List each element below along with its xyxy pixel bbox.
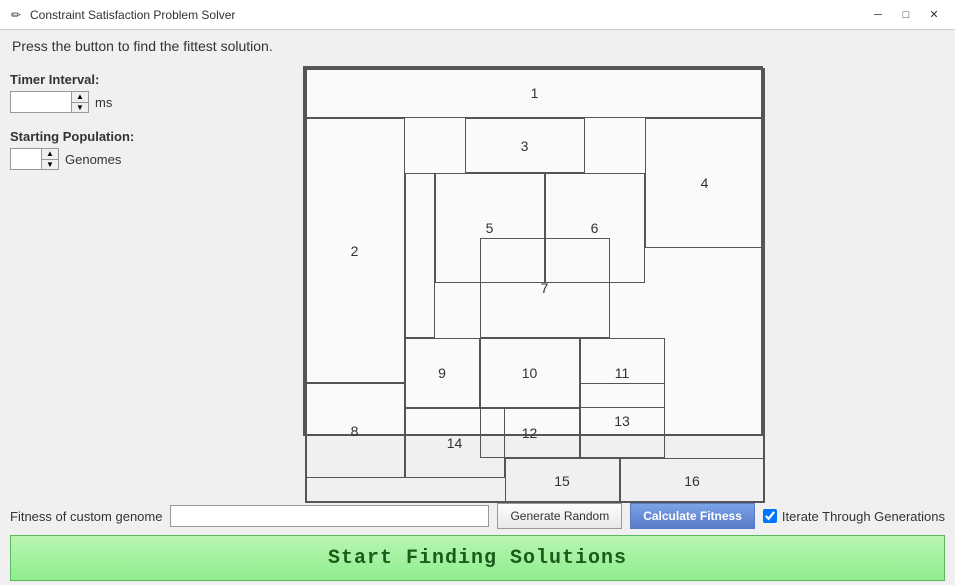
timer-input[interactable]: 500 [11,92,71,112]
population-down-btn[interactable]: ▼ [42,159,58,169]
population-spinner[interactable]: 50 ▲ ▼ [10,148,59,170]
main-content: Press the button to find the fittest sol… [0,30,955,585]
population-group: Starting Population: 50 ▲ ▼ Genomes [10,129,240,170]
puzzle-cell-14: 14 [405,408,505,478]
window-controls: ─ □ ✕ [865,5,947,25]
calculate-fitness-button[interactable]: Calculate Fitness [630,503,755,529]
population-row: 50 ▲ ▼ Genomes [10,148,240,170]
fitness-row: Fitness of custom genome Generate Random… [10,503,945,529]
timer-spinner-btns: ▲ ▼ [71,92,88,112]
timer-row: 500 ▲ ▼ ms [10,91,240,113]
status-text: Press the button to find the fittest sol… [12,38,273,54]
population-unit: Genomes [65,152,121,167]
bottom-bar: Fitness of custom genome Generate Random… [0,497,955,585]
puzzle-cell-13: 13 [580,383,665,458]
puzzle-cell-10: 10 [480,338,580,408]
puzzle-container: 12345678910111213141516 [303,66,763,436]
puzzle-area: 12345678910111213141516 [240,62,825,497]
puzzle-cell-3: 3 [465,118,585,173]
minimize-button[interactable]: ─ [865,5,891,25]
body-area: Timer Interval: 500 ▲ ▼ ms Starting Popu… [0,62,955,497]
app-icon: ✏ [8,7,24,23]
timer-spinner[interactable]: 500 ▲ ▼ [10,91,89,113]
iterate-checkbox[interactable] [763,509,777,523]
puzzle-cell-2: 2 [305,118,405,383]
puzzle-cell-16: 16 [620,458,765,503]
puzzle-cell-8: 8 [305,383,405,478]
puzzle-cell-15: 15 [505,458,620,503]
maximize-button[interactable]: □ [893,5,919,25]
puzzle-cell-9: 9 [405,338,480,408]
population-input[interactable]: 50 [11,149,41,169]
title-bar: ✏ Constraint Satisfaction Problem Solver… [0,0,955,30]
timer-unit: ms [95,95,112,110]
timer-down-btn[interactable]: ▼ [72,102,88,112]
status-bar: Press the button to find the fittest sol… [0,30,955,62]
right-spacer [825,62,945,497]
population-spinner-btns: ▲ ▼ [41,149,58,169]
puzzle-cell-7: 7 [480,238,610,338]
close-button[interactable]: ✕ [921,5,947,25]
timer-label: Timer Interval: [10,72,240,87]
puzzle-cell-1: 1 [305,68,765,118]
iterate-label: Iterate Through Generations [782,509,945,524]
timer-group: Timer Interval: 500 ▲ ▼ ms [10,72,240,113]
iterate-checkbox-wrap[interactable]: Iterate Through Generations [763,509,945,524]
puzzle-cell-4: 4 [645,118,765,248]
puzzle-cell- [405,173,435,338]
population-label: Starting Population: [10,129,240,144]
fitness-label: Fitness of custom genome [10,509,162,524]
timer-up-btn[interactable]: ▲ [72,92,88,102]
title-text: Constraint Satisfaction Problem Solver [30,8,865,22]
left-panel: Timer Interval: 500 ▲ ▼ ms Starting Popu… [10,62,240,497]
population-up-btn[interactable]: ▲ [42,149,58,159]
start-button[interactable]: Start Finding Solutions [10,535,945,581]
fitness-input[interactable] [170,505,489,527]
generate-random-button[interactable]: Generate Random [497,503,622,529]
